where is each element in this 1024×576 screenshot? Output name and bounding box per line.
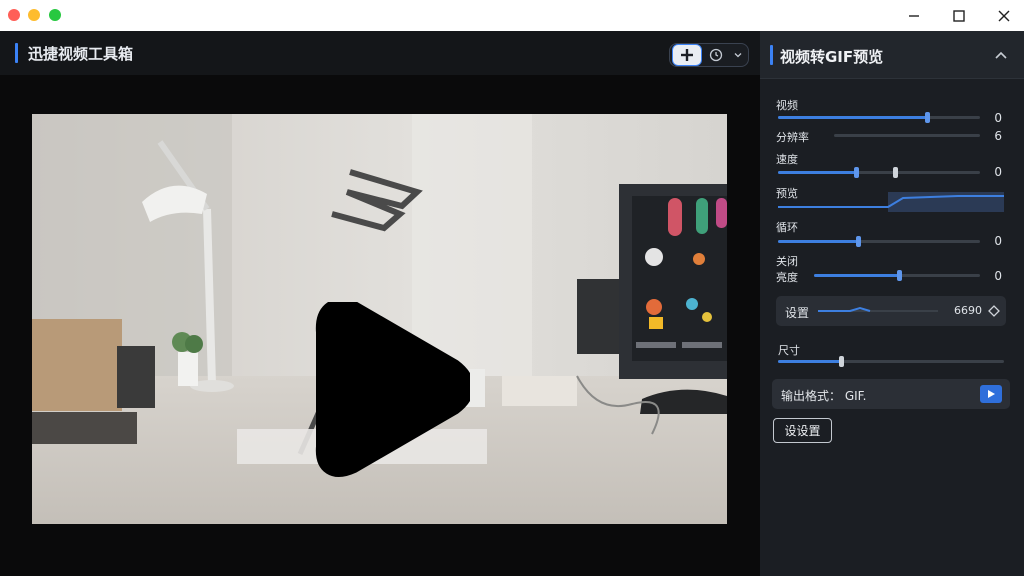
slider-label-loop: 循环 <box>776 221 798 234</box>
title-bar <box>0 0 1024 31</box>
slider-size-thumb[interactable] <box>839 356 844 367</box>
add-button[interactable] <box>672 44 702 66</box>
slider-label-video: 视频 <box>776 99 798 112</box>
tag-icon[interactable] <box>987 304 1001 318</box>
slider-loop-fill <box>778 240 857 243</box>
play-button[interactable] <box>290 298 474 482</box>
main-panel: 迅捷视频工具箱 <box>0 31 760 576</box>
app-window: 迅捷视频工具箱 视频转GIF预览 视频 0 分辨率 6 速度 0 预览 循环 0… <box>0 0 1024 576</box>
minimize-button[interactable] <box>890 0 938 31</box>
slider-video-value: 0 <box>994 111 1002 125</box>
slider-brightness-value: 0 <box>994 269 1002 283</box>
slider-video-thumb[interactable] <box>925 112 930 123</box>
close-icon <box>998 10 1010 21</box>
slider-loop[interactable] <box>778 236 980 247</box>
minimize-icon <box>909 14 919 17</box>
preview-waveform[interactable] <box>778 192 1004 212</box>
close-dot[interactable] <box>8 9 20 21</box>
toolbar <box>669 43 749 67</box>
chevron-down-icon <box>734 53 742 58</box>
slider-size[interactable] <box>778 356 1004 367</box>
app-title: 迅捷视频工具箱 <box>28 45 134 63</box>
slider-speed-fill <box>778 171 855 174</box>
history-button[interactable] <box>706 44 726 66</box>
play-icon <box>315 298 474 477</box>
panel-accent-bar <box>770 45 773 65</box>
preview-panel: 视频转GIF预览 视频 0 分辨率 6 速度 0 预览 循环 0 关闭 亮度 0… <box>760 31 1024 576</box>
title-accent-bar <box>15 43 18 63</box>
slider-brightness[interactable] <box>814 270 980 281</box>
slider-size-fill <box>778 360 842 363</box>
clock-icon <box>709 48 723 62</box>
chevron-up-icon <box>995 51 1007 59</box>
slider-speed[interactable] <box>778 167 980 178</box>
zoom-dot[interactable] <box>49 9 61 21</box>
slider-speed-thumb-2[interactable] <box>893 167 898 178</box>
video-stage <box>0 75 760 576</box>
slider-label-speed: 速度 <box>776 153 798 166</box>
slider-loop-thumb[interactable] <box>856 236 861 247</box>
maximize-icon <box>953 9 965 22</box>
output-format-button[interactable] <box>980 385 1002 403</box>
setting-row[interactable]: 设置 6690 <box>776 296 1006 326</box>
slider-loop-value: 0 <box>994 234 1002 248</box>
slider-label-brightness: 亮度 <box>776 271 798 284</box>
slider-resolution[interactable] <box>834 134 980 137</box>
plus-icon <box>681 49 693 61</box>
maximize-button[interactable] <box>935 0 983 31</box>
output-format-label: 输出格式： GIF. <box>781 389 867 403</box>
collapse-button[interactable] <box>992 47 1010 65</box>
toolbar-dropdown[interactable] <box>730 44 746 66</box>
output-format-row[interactable]: 输出格式： GIF. <box>772 379 1010 409</box>
play-small-icon <box>988 390 995 398</box>
setting-track[interactable] <box>818 305 938 317</box>
slider-speed-thumb[interactable] <box>854 167 859 178</box>
slider-speed-value: 0 <box>994 165 1002 179</box>
slider-brightness-fill <box>814 274 901 277</box>
settings-button[interactable]: 设设置 <box>773 418 832 443</box>
panel-header: 视频转GIF预览 <box>760 31 1024 79</box>
slider-video[interactable] <box>778 112 980 123</box>
setting-label: 设置 <box>785 306 810 320</box>
slider-resolution-value: 6 <box>994 129 1002 143</box>
slider-label-resolution: 分辨率 <box>776 131 809 144</box>
setting-value: 6690 <box>954 304 982 317</box>
panel-title: 视频转GIF预览 <box>780 48 884 66</box>
slider-label-size: 尺寸 <box>778 344 800 357</box>
close-button[interactable] <box>980 0 1024 31</box>
slider-brightness-thumb[interactable] <box>897 270 902 281</box>
slider-label-off: 关闭 <box>776 255 798 268</box>
main-header: 迅捷视频工具箱 <box>0 31 760 75</box>
minimize-dot[interactable] <box>28 9 40 21</box>
slider-video-fill <box>778 116 928 119</box>
